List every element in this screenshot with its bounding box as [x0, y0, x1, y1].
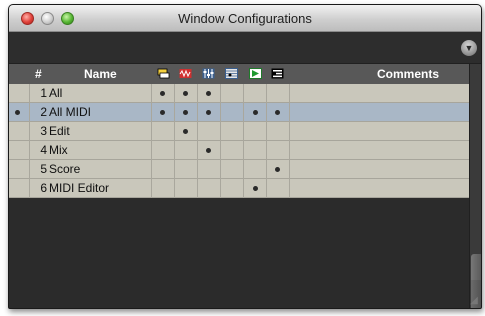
column-divider: [197, 160, 198, 179]
window-included-dot: [275, 167, 280, 172]
table-row[interactable]: 6 MIDI Editor: [9, 179, 469, 198]
row-number: 6: [40, 181, 47, 195]
column-divider: [220, 122, 221, 141]
mixer-sliders-icon: [202, 68, 215, 79]
column-divider: [289, 103, 290, 122]
column-divider: [289, 160, 290, 179]
column-number-header: #: [35, 67, 42, 81]
column-divider: [289, 122, 290, 141]
column-divider: [243, 122, 244, 141]
column-divider: [197, 179, 198, 198]
column-divider: [29, 179, 30, 198]
edit-window-icon: [157, 68, 170, 79]
table-row[interactable]: 5 Score: [9, 160, 469, 179]
selected-marker: [15, 110, 20, 115]
row-number: 1: [40, 86, 47, 100]
column-divider: [197, 84, 198, 103]
column-divider: [266, 160, 267, 179]
column-divider: [289, 84, 290, 103]
row-name: MIDI Editor: [49, 181, 110, 195]
column-divider: [29, 84, 30, 103]
column-divider: [243, 160, 244, 179]
window-included-dot: [253, 186, 258, 191]
column-divider: [220, 103, 221, 122]
mix-window-icon: [179, 69, 192, 78]
window-included-dot: [183, 110, 188, 115]
score-editor-icon: [225, 68, 238, 79]
table-row[interactable]: 1 All: [9, 84, 469, 103]
window-included-dot: [183, 91, 188, 96]
window-included-dot: [160, 110, 165, 115]
toolbar: ▼: [9, 32, 481, 64]
column-divider: [289, 179, 290, 198]
scroll-up-button[interactable]: [471, 280, 481, 294]
column-divider: [174, 141, 175, 160]
column-divider: [197, 141, 198, 160]
title-bar[interactable]: Window Configurations: [9, 5, 481, 32]
column-divider: [243, 179, 244, 198]
midi-editor-icon: [249, 68, 262, 79]
window-included-dot: [183, 129, 188, 134]
column-divider: [174, 103, 175, 122]
column-divider: [151, 160, 152, 179]
column-divider: [29, 122, 30, 141]
column-divider: [220, 141, 221, 160]
row-name: Edit: [49, 124, 70, 138]
table-row[interactable]: 2 All MIDI: [9, 103, 469, 122]
window-included-dot: [253, 110, 258, 115]
column-divider: [266, 84, 267, 103]
window-title: Window Configurations: [178, 11, 312, 26]
column-name-header: Name: [84, 67, 117, 81]
column-divider: [174, 160, 175, 179]
column-divider: [151, 84, 152, 103]
window-included-dot: [206, 91, 211, 96]
column-divider: [174, 84, 175, 103]
row-number: 2: [40, 105, 47, 119]
column-divider: [243, 84, 244, 103]
column-divider: [220, 160, 221, 179]
row-number: 3: [40, 124, 47, 138]
column-divider: [266, 122, 267, 141]
window-included-dot: [206, 110, 211, 115]
column-divider: [151, 122, 152, 141]
row-name: All: [49, 86, 63, 100]
window-configurations-window: Window Configurations ▼ # Name Comments …: [8, 4, 482, 309]
column-divider: [266, 103, 267, 122]
row-name: Score: [49, 162, 81, 176]
table-header: # Name Comments: [9, 64, 469, 84]
column-divider: [266, 141, 267, 160]
window-included-dot: [160, 91, 165, 96]
column-divider: [151, 179, 152, 198]
window-included-dot: [206, 148, 211, 153]
column-divider: [220, 84, 221, 103]
column-divider: [197, 103, 198, 122]
column-divider: [289, 141, 290, 160]
column-divider: [243, 141, 244, 160]
table-row[interactable]: 4 Mix: [9, 141, 469, 160]
table-row[interactable]: 3 Edit: [9, 122, 469, 141]
row-name: Mix: [49, 143, 68, 157]
column-divider: [151, 103, 152, 122]
column-divider: [220, 179, 221, 198]
row-number: 4: [40, 143, 47, 157]
column-divider: [266, 179, 267, 198]
row-number: 5: [40, 162, 47, 176]
column-divider: [29, 103, 30, 122]
column-comments-header: Comments: [377, 67, 440, 81]
midi-event-list-icon: [271, 68, 284, 79]
resize-grip-icon[interactable]: ◢: [468, 295, 480, 307]
column-divider: [174, 122, 175, 141]
chevron-down-icon[interactable]: ▼: [461, 40, 477, 56]
column-divider: [151, 141, 152, 160]
column-divider: [243, 103, 244, 122]
table-empty-area: [9, 198, 469, 308]
column-divider: [29, 141, 30, 160]
vertical-scrollbar[interactable]: [469, 64, 481, 308]
column-divider: [174, 179, 175, 198]
column-divider: [197, 122, 198, 141]
row-name: All MIDI: [49, 105, 91, 119]
column-divider: [29, 160, 30, 179]
window-included-dot: [275, 110, 280, 115]
